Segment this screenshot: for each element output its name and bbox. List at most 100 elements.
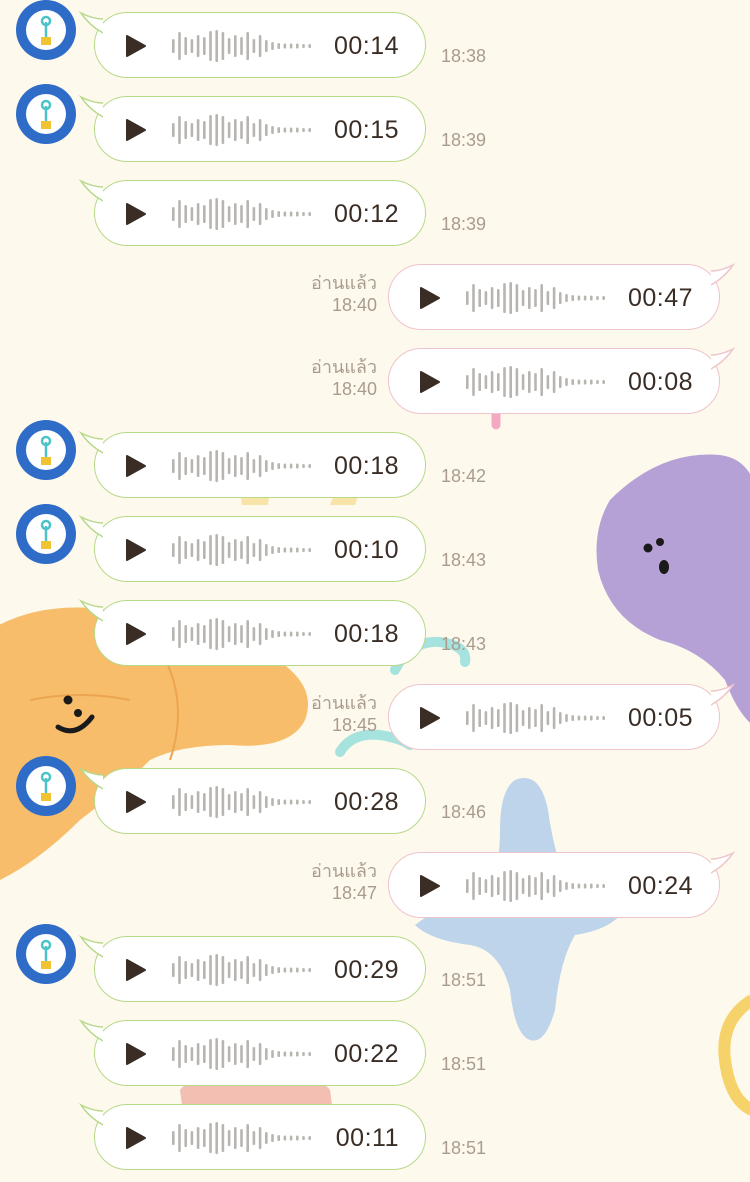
message-row-in: 00:1118:51 [0, 1098, 750, 1182]
voice-message-bubble[interactable]: 00:28 [94, 768, 426, 834]
message-row-in: 00:12 18:39 [0, 174, 750, 258]
voice-message-bubble[interactable]: 00:08 [388, 348, 720, 414]
waveform-icon [170, 196, 315, 232]
voice-duration: 00:14 [334, 32, 399, 60]
message-timestamp: 18:43 [441, 634, 486, 654]
voice-message-bubble[interactable]: 00:22 [94, 1020, 426, 1086]
voice-message-bubble[interactable]: 00:18 [94, 432, 426, 498]
message-row-in: 00:10 18:43 [0, 510, 750, 594]
waveform-icon [170, 112, 315, 148]
bubble-tail [79, 935, 103, 959]
message-row-in: 00:15 18:39 [0, 90, 750, 174]
bubble-tail [79, 599, 103, 623]
voice-message-bubble[interactable]: 00:18 [94, 600, 426, 666]
bubble-tail [79, 767, 103, 791]
play-icon[interactable] [419, 706, 441, 730]
play-icon[interactable] [419, 370, 441, 394]
message-row-out: 00:08 อ่านแล้ว18:40 [0, 342, 750, 426]
play-icon[interactable] [125, 1042, 147, 1066]
play-icon[interactable] [125, 958, 147, 982]
voice-duration: 00:10 [334, 536, 399, 564]
play-icon[interactable] [125, 790, 147, 814]
voice-duration: 00:08 [628, 368, 693, 396]
voice-duration: 00:15 [334, 116, 399, 144]
message-timestamp: 18:39 [441, 130, 486, 150]
bubble-tail [79, 95, 103, 119]
message-row-in: 00:14 18:38 [0, 6, 750, 90]
lightbulb-avatar-icon[interactable] [16, 504, 76, 564]
waveform-icon [464, 280, 609, 316]
message-row-in: 00:29 18:51 [0, 930, 750, 1014]
bubble-tail [711, 851, 735, 875]
waveform-icon [170, 952, 315, 988]
voice-message-bubble[interactable]: 00:10 [94, 516, 426, 582]
voice-message-bubble[interactable]: 00:29 [94, 936, 426, 1002]
bubble-tail [79, 1103, 103, 1127]
voice-duration: 00:05 [628, 704, 693, 732]
message-timestamp: 18:51 [441, 970, 486, 990]
message-row-out: 00:47 อ่านแล้ว18:40 [0, 258, 750, 342]
read-receipt: อ่านแล้ว [311, 356, 377, 378]
play-icon[interactable] [125, 538, 147, 562]
message-timestamp: 18:38 [441, 46, 486, 66]
bubble-tail [79, 179, 103, 203]
voice-duration: 00:47 [628, 284, 693, 312]
bubble-tail [79, 515, 103, 539]
play-icon[interactable] [419, 286, 441, 310]
play-icon[interactable] [419, 874, 441, 898]
message-timestamp: 18:40 [311, 378, 377, 400]
lightbulb-avatar-icon[interactable] [16, 924, 76, 984]
voice-message-bubble[interactable]: 00:12 [94, 180, 426, 246]
message-timestamp: 18:42 [441, 466, 486, 486]
voice-message-bubble[interactable]: 00:24 [388, 852, 720, 918]
bubble-tail [711, 683, 735, 707]
message-timestamp: 18:39 [441, 214, 486, 234]
waveform-icon [170, 1120, 315, 1156]
read-receipt: อ่านแล้ว [311, 860, 377, 882]
message-row-out: 00:24อ่านแล้ว18:47 [0, 846, 750, 930]
voice-duration: 00:29 [334, 956, 399, 984]
message-row-in: 00:2218:51 [0, 1014, 750, 1098]
voice-duration: 00:18 [334, 620, 399, 648]
message-timestamp: 18:45 [311, 714, 377, 736]
message-timestamp: 18:43 [441, 550, 486, 570]
message-meta: อ่านแล้ว18:47 [311, 860, 377, 904]
message-row-out: 00:05 อ่านแล้ว18:45 [0, 678, 750, 762]
play-icon[interactable] [125, 454, 147, 478]
waveform-icon [170, 1036, 315, 1072]
bubble-tail [79, 11, 103, 35]
message-timestamp: 18:47 [311, 882, 377, 904]
voice-message-bubble[interactable]: 00:05 [388, 684, 720, 750]
chat-message-list[interactable]: 00:14 18:38 00:15 18:39 00:12 18:39 00:47 อ่านแ… [0, 0, 750, 1166]
waveform-icon [170, 784, 315, 820]
read-receipt: อ่านแล้ว [311, 272, 377, 294]
voice-message-bubble[interactable]: 00:15 [94, 96, 426, 162]
play-icon[interactable] [125, 202, 147, 226]
play-icon[interactable] [125, 34, 147, 58]
waveform-icon [464, 868, 609, 904]
play-icon[interactable] [125, 622, 147, 646]
lightbulb-avatar-icon[interactable] [16, 756, 76, 816]
bubble-tail [79, 1019, 103, 1043]
message-meta: อ่านแล้ว18:45 [311, 692, 377, 736]
voice-message-bubble[interactable]: 00:47 [388, 264, 720, 330]
read-receipt: อ่านแล้ว [311, 692, 377, 714]
message-timestamp: 18:40 [311, 294, 377, 316]
bubble-tail [711, 347, 735, 371]
play-icon[interactable] [125, 1126, 147, 1150]
voice-message-bubble[interactable]: 00:11 [94, 1104, 426, 1170]
lightbulb-avatar-icon[interactable] [16, 0, 76, 60]
voice-duration: 00:22 [334, 1040, 399, 1068]
lightbulb-avatar-icon[interactable] [16, 420, 76, 480]
voice-duration: 00:28 [334, 788, 399, 816]
waveform-icon [170, 616, 315, 652]
voice-duration: 00:12 [334, 200, 399, 228]
bubble-tail [711, 263, 735, 287]
waveform-icon [464, 700, 609, 736]
lightbulb-avatar-icon[interactable] [16, 84, 76, 144]
message-row-in: 00:18 18:43 [0, 594, 750, 678]
play-icon[interactable] [125, 118, 147, 142]
waveform-icon [170, 28, 315, 64]
message-meta: อ่านแล้ว18:40 [311, 272, 377, 316]
voice-message-bubble[interactable]: 00:14 [94, 12, 426, 78]
